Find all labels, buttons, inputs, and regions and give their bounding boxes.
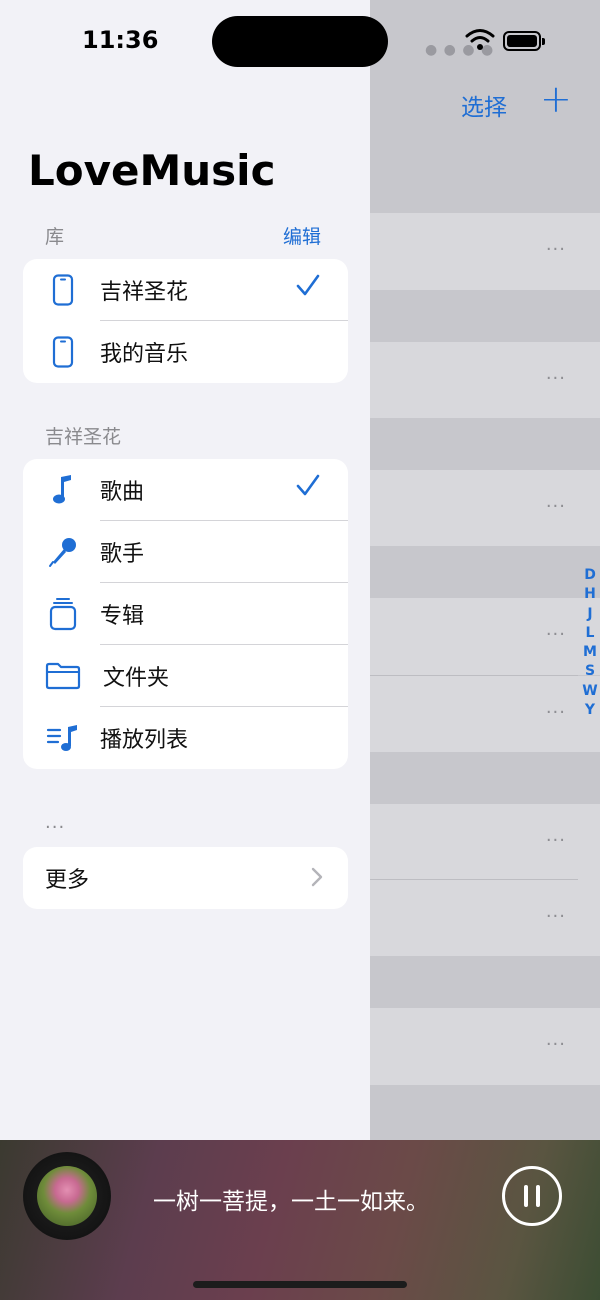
category-item-label: 文件夹 [103, 666, 170, 691]
more-dots-icon[interactable]: ··· [546, 702, 566, 723]
category-card: 歌曲 歌手 专辑 文件夹 播放列表 [23, 459, 348, 769]
more-section-label: ... [45, 812, 66, 833]
album-art-disc[interactable] [23, 1152, 111, 1240]
music-note-icon [45, 472, 81, 508]
select-button[interactable]: 选择 [461, 88, 507, 122]
library-item-label: 吉祥圣花 [100, 280, 189, 305]
more-dots-icon[interactable]: ··· [546, 830, 566, 851]
microphone-icon [45, 534, 81, 570]
more-dots-icon[interactable]: ··· [546, 496, 566, 517]
status-indicators: ● ● ● ● [425, 28, 575, 58]
add-button[interactable]: + [540, 80, 572, 118]
index-letter[interactable]: H [582, 585, 598, 604]
now-playing-bar[interactable]: 一树一菩提，一土一如来。 [0, 1140, 600, 1300]
category-item-label: 专辑 [100, 604, 145, 629]
more-dots-icon[interactable]: ··· [546, 1034, 566, 1055]
index-letter[interactable]: L [582, 624, 598, 643]
category-item-artists[interactable]: 歌手 [23, 521, 348, 583]
alphabet-index[interactable]: D H J L M S W Y [582, 566, 598, 720]
category-section-label: 吉祥圣花 [45, 426, 122, 448]
list-item[interactable]: ··· [370, 213, 600, 290]
category-item-playlists[interactable]: 播放列表 [23, 707, 348, 769]
phone-icon [45, 334, 81, 370]
index-letter[interactable]: Y [582, 701, 598, 720]
more-dots-icon[interactable]: ··· [546, 624, 566, 645]
index-letter[interactable]: J [582, 605, 598, 624]
side-drawer: 11:36 LoveMusic 库 编辑 吉祥圣花 我的音乐 吉祥圣花 歌曲 歌… [0, 0, 370, 1140]
category-item-folders[interactable]: 文件夹 [23, 645, 348, 707]
album-stack-icon [45, 596, 81, 632]
wifi-icon [465, 28, 495, 56]
lotus-album-art [37, 1166, 97, 1226]
home-indicator [193, 1281, 407, 1288]
more-dots-icon[interactable]: ··· [546, 906, 566, 927]
playlist-icon [45, 720, 81, 756]
now-playing-lyric: 一树一菩提，一土一如来。 [153, 1189, 429, 1215]
page-title: LoveMusic [28, 146, 276, 195]
more-row[interactable]: 更多 [23, 847, 348, 909]
checkmark-icon [295, 273, 321, 303]
category-item-albums[interactable]: 专辑 [23, 583, 348, 645]
list-item[interactable]: ··· [370, 342, 600, 418]
category-item-label: 歌手 [100, 542, 145, 567]
index-letter[interactable]: D [582, 566, 598, 585]
library-card: 吉祥圣花 我的音乐 [23, 259, 348, 383]
battery-icon [503, 31, 541, 51]
battery-tip [542, 38, 545, 45]
library-item-label: 我的音乐 [100, 342, 189, 367]
section-header [370, 956, 600, 1008]
edit-button[interactable]: 编辑 [283, 222, 321, 249]
category-item-songs[interactable]: 歌曲 [23, 459, 348, 521]
library-section-label: 库 [45, 226, 65, 248]
index-letter[interactable]: S [582, 662, 598, 681]
section-header [370, 290, 600, 342]
pause-button[interactable] [502, 1166, 562, 1226]
folder-icon [45, 658, 81, 694]
list-item[interactable]: ··· [370, 676, 600, 752]
more-dots-icon[interactable]: ··· [546, 368, 566, 389]
list-item[interactable]: ··· [370, 804, 600, 880]
more-card: 更多 [23, 847, 348, 909]
pause-icon [536, 1185, 540, 1207]
more-label: 更多 [45, 868, 90, 893]
section-header [370, 752, 600, 804]
index-letter[interactable]: M [582, 643, 598, 662]
list-item[interactable]: ··· [370, 598, 600, 675]
dynamic-island [212, 16, 388, 67]
list-item[interactable]: ··· [370, 880, 600, 956]
category-item-label: 歌曲 [100, 480, 145, 505]
list-item[interactable]: ··· [370, 1008, 600, 1085]
index-letter[interactable]: W [582, 682, 598, 701]
status-time: 11:36 [82, 26, 159, 54]
pause-icon [524, 1185, 528, 1207]
library-item-my-music[interactable]: 我的音乐 [23, 321, 348, 383]
list-item[interactable]: ··· [370, 470, 600, 546]
section-header [370, 546, 600, 598]
chevron-right-icon [311, 867, 323, 891]
phone-icon [45, 272, 81, 308]
category-item-label: 播放列表 [100, 728, 189, 753]
section-header [370, 418, 600, 470]
library-item-jixiang[interactable]: 吉祥圣花 [23, 259, 348, 321]
more-dots-icon[interactable]: ··· [546, 239, 566, 260]
checkmark-icon [295, 473, 321, 503]
